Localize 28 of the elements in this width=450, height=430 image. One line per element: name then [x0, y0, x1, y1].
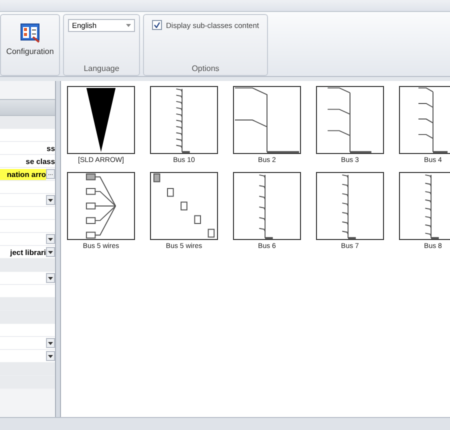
- dropdown-button[interactable]: [46, 247, 55, 257]
- caret-icon: [48, 276, 53, 280]
- caret-icon: [48, 342, 53, 344]
- caret-icon: [48, 250, 53, 254]
- symbol-thumbnail[interactable]: [399, 172, 450, 240]
- dropdown-button[interactable]: [46, 195, 55, 205]
- checkbox[interactable]: [152, 20, 162, 30]
- configuration-icon: [20, 23, 40, 43]
- caret-icon: [48, 354, 53, 358]
- caret-icon: [48, 198, 53, 202]
- panel-header: [0, 99, 55, 116]
- dropdown-button[interactable]: [46, 273, 55, 283]
- symbol-thumbnail[interactable]: [67, 86, 135, 154]
- symbol-thumbnail[interactable]: [150, 86, 218, 154]
- symbol-thumbnail[interactable]: [316, 172, 384, 240]
- symbol-thumbnail[interactable]: [150, 172, 218, 240]
- dropdown-button[interactable]: [46, 234, 55, 244]
- dropdown-button[interactable]: [46, 351, 55, 361]
- dropdown-button[interactable]: [46, 338, 55, 348]
- symbol-thumbnail[interactable]: [316, 86, 384, 154]
- group-label: Language: [84, 63, 120, 75]
- symbol-thumbnail[interactable]: [233, 86, 301, 154]
- caret-icon: [48, 238, 53, 240]
- caret-icon: [126, 24, 131, 27]
- symbol-thumbnail[interactable]: [67, 172, 135, 240]
- group-label: Options: [192, 63, 220, 75]
- symbol-thumbnail[interactable]: [233, 172, 301, 240]
- symbol-thumbnail[interactable]: [399, 86, 450, 154]
